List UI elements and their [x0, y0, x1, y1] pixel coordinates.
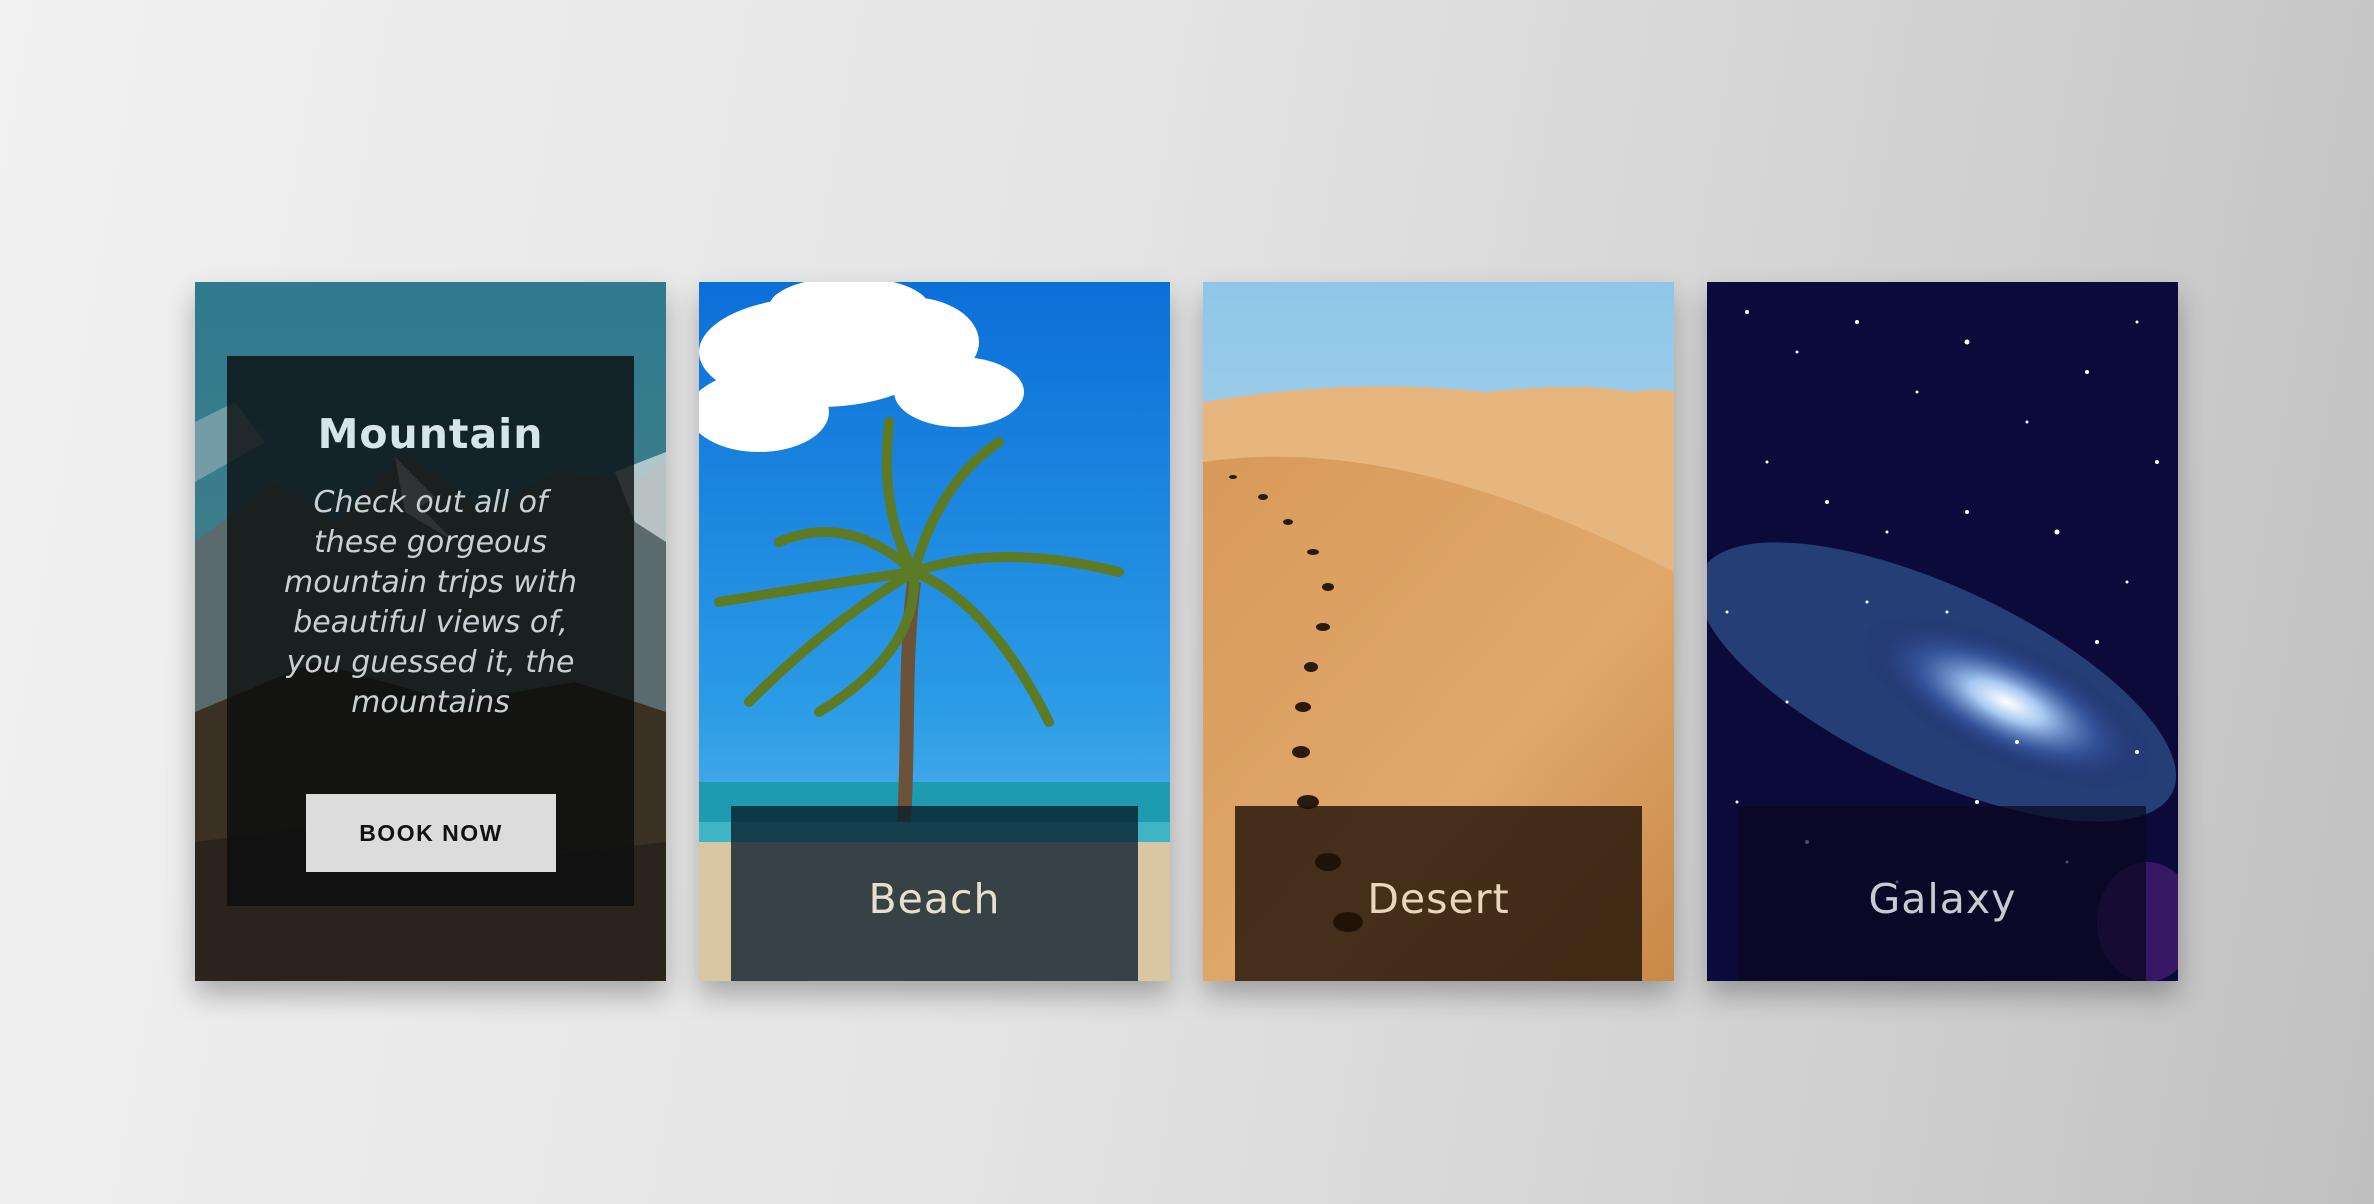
card-title: Mountain	[317, 410, 544, 458]
card-galaxy[interactable]: Galaxy	[1707, 282, 2178, 981]
card-description: Check out all of these gorgeous mountain…	[284, 485, 577, 720]
card-title: Beach	[868, 874, 1001, 923]
card-title: Desert	[1367, 874, 1510, 923]
beach-caption: Beach	[731, 806, 1138, 981]
galaxy-caption: Galaxy	[1739, 806, 2146, 981]
desert-caption: Desert	[1235, 806, 1642, 981]
book-now-button[interactable]: BOOK NOW	[306, 794, 556, 872]
mountain-details-overlay: Mountain Check out all of these gorgeous…	[227, 356, 634, 906]
card-title: Galaxy	[1868, 874, 2017, 923]
card-beach[interactable]: Beach	[699, 282, 1170, 981]
card-mountain[interactable]: Mountain Check out all of these gorgeous…	[195, 282, 666, 981]
card-desert[interactable]: Desert	[1203, 282, 1674, 981]
destination-cards: Mountain Check out all of these gorgeous…	[195, 282, 2179, 981]
